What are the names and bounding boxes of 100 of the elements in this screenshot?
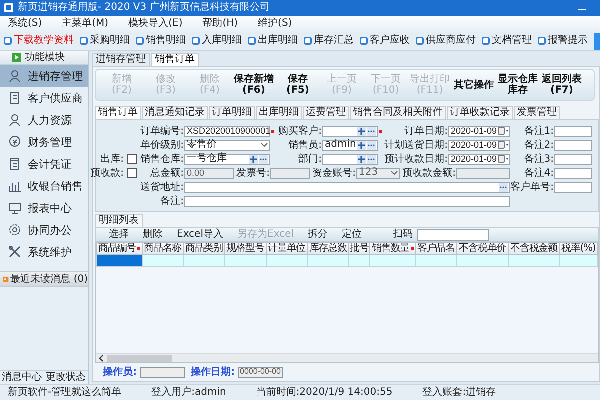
tab[interactable]: 出库明细 [256, 106, 302, 119]
browse-button[interactable] [259, 154, 268, 164]
browse-button[interactable] [367, 140, 376, 150]
quick-link[interactable]: 客户应收 [360, 35, 410, 47]
add-button[interactable] [357, 140, 366, 150]
tab[interactable]: 销售合同及相关附件 [350, 106, 446, 119]
field-label: 发票号: [236, 168, 270, 178]
column-header[interactable]: 计量单位 [266, 243, 308, 254]
browse-button[interactable] [367, 154, 376, 164]
table-cell[interactable] [416, 254, 457, 266]
horizontal-scrollbar[interactable] [96, 353, 598, 362]
tab[interactable]: 订单收款记录 [447, 106, 513, 119]
text-field[interactable] [554, 126, 592, 136]
tab[interactable]: 消息通知记录 [142, 106, 208, 119]
dropdown-field[interactable]: 零售价 [184, 140, 270, 150]
field-label: 销售仓库: [140, 154, 184, 164]
tab[interactable]: 明细列表 [95, 214, 143, 227]
quick-link[interactable]: 报警提示 [538, 35, 588, 47]
sidebar-item[interactable]: 收银台销售 [0, 175, 88, 197]
tab[interactable]: 订单明细 [209, 106, 255, 119]
toolbar-button[interactable]: 其它操作 [452, 80, 496, 90]
toolbar-button[interactable]: 保存新增 (F6) [232, 74, 276, 96]
add-button[interactable] [249, 154, 258, 164]
checkbox[interactable] [127, 154, 137, 164]
table-cell[interactable] [508, 254, 560, 266]
tab[interactable]: 销售订单 [151, 53, 199, 66]
side-tab-button[interactable] [594, 32, 600, 50]
text-field[interactable]: XSD2020010900001 [184, 126, 270, 136]
menu-item[interactable]: 模块导入(E) [128, 18, 183, 30]
add-button[interactable] [357, 126, 366, 136]
text-field[interactable] [140, 366, 185, 378]
table-cell[interactable] [456, 254, 508, 266]
add-button[interactable] [357, 154, 366, 164]
sidebar-item[interactable]: 人力资源 [0, 109, 88, 131]
table-cell[interactable] [370, 254, 416, 266]
status-text: 登入账套:进销存 [422, 386, 496, 398]
toolbar-button[interactable]: 保存 (F5) [276, 74, 320, 96]
quick-link[interactable]: 出库明细 [248, 35, 298, 47]
sidebar-item[interactable]: 报表中心 [0, 197, 88, 219]
toolbar-button[interactable]: 显示仓库库存 [496, 74, 540, 96]
column-header[interactable]: 规格型号 [224, 243, 266, 254]
column-header[interactable]: 批号 [348, 243, 370, 254]
lookup-field[interactable] [184, 182, 510, 192]
text-field[interactable]: 0000-00-00 [238, 366, 283, 378]
browse-button[interactable] [367, 126, 376, 136]
toolbar-button[interactable]: Excel导入 [170, 229, 230, 240]
tab[interactable]: 运费管理 [303, 106, 349, 119]
column-header[interactable]: 不含税单价 [456, 243, 508, 254]
menu-item[interactable]: 系统(S) [8, 18, 42, 30]
text-field[interactable] [554, 168, 592, 178]
menu-item[interactable]: 主菜单(M) [62, 18, 109, 30]
quick-link[interactable]: 销售明细 [136, 35, 186, 47]
sidebar-item[interactable]: 会计凭证 [0, 153, 88, 175]
menu-item[interactable]: 维护(S) [258, 18, 292, 30]
scrollbar-thumb[interactable] [107, 354, 172, 362]
table-cell[interactable] [266, 254, 308, 266]
date-field[interactable]: 2020-01-09 [448, 126, 510, 136]
sidebar-item[interactable]: 进销存管理 [0, 65, 88, 87]
toolbar-button[interactable]: 定位 [335, 229, 369, 240]
tab[interactable]: 发票管理 [514, 106, 560, 119]
footer-link[interactable]: 消息中心 [2, 372, 42, 384]
quick-link[interactable]: 库存汇总 [304, 35, 354, 47]
table-cell[interactable] [142, 254, 184, 266]
toolbar-button[interactable]: 删除 [136, 229, 170, 240]
square-icon [80, 37, 88, 45]
checkbox[interactable] [127, 168, 137, 178]
quick-link[interactable]: 采购明细 [80, 35, 130, 47]
text-field[interactable] [554, 154, 592, 164]
field-label: 备注: [160, 196, 184, 206]
quick-link[interactable]: 入库明细 [192, 35, 242, 47]
quick-link[interactable]: 供应商应付 [416, 35, 476, 47]
text-field[interactable] [184, 196, 510, 206]
quick-link[interactable]: 文档管理 [482, 35, 532, 47]
lookup-field[interactable] [322, 154, 378, 164]
quick-link[interactable]: 下载教学资料 [4, 35, 74, 47]
text-field[interactable] [554, 182, 592, 192]
text-field[interactable] [554, 140, 592, 150]
field-label: 出库: [100, 154, 124, 164]
sidebar-item[interactable]: 客户供应商 [0, 87, 88, 109]
tab[interactable]: 进销存管理 [92, 53, 150, 66]
tab[interactable]: 销售订单 [95, 106, 141, 119]
toolbar-button[interactable]: 拆分 [301, 229, 335, 240]
toolbar-button[interactable]: 返回列表 (F7) [540, 74, 584, 96]
scan-field[interactable] [417, 228, 489, 240]
lookup-field[interactable] [322, 126, 378, 136]
browse-button[interactable] [499, 182, 508, 192]
toolbar-button[interactable]: 选择 [102, 229, 136, 240]
date-field[interactable]: 2020-01-09 [448, 154, 510, 164]
sidebar-item[interactable]: 协同办公 [0, 219, 88, 241]
lookup-field[interactable]: 一号仓库 [184, 154, 270, 164]
table-cell[interactable] [96, 254, 142, 266]
column-header[interactable]: 销售数量 [370, 243, 416, 254]
menu-item[interactable]: 帮助(H) [202, 18, 238, 30]
sidebar-item[interactable]: 财务管理 [0, 131, 88, 153]
date-field[interactable]: 2020-01-09 [448, 140, 510, 150]
footer-link[interactable]: 更改状态 [46, 372, 86, 384]
field-label: 预收款: [90, 168, 124, 178]
sidebar-item[interactable]: 系统维护 [0, 241, 88, 263]
calendar-icon [498, 141, 510, 149]
lookup-field[interactable]: admin [322, 140, 378, 150]
